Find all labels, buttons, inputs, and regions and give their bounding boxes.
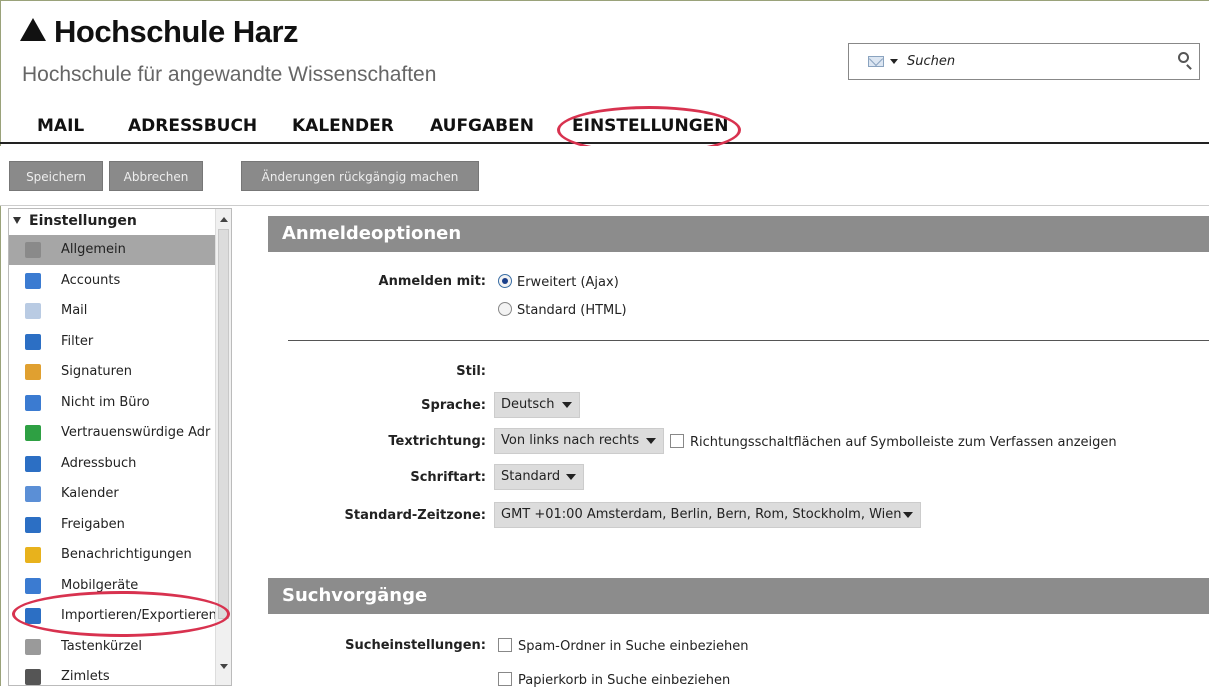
signature-icon [25, 364, 41, 380]
keyboard-icon [25, 638, 41, 655]
direction-label: Textrichtung: [388, 434, 486, 449]
out-of-office-icon [25, 394, 41, 411]
sidebar-item-label: Accounts [61, 272, 121, 288]
search-icon[interactable] [1178, 52, 1189, 63]
mobile-icon [25, 577, 41, 594]
brand-name: Hochschule Harz [54, 14, 299, 49]
language-select[interactable]: Deutsch [494, 392, 580, 418]
sidebar-item-label: Tastenkürzel [61, 638, 143, 654]
sidebar-item[interactable]: Freigaben [9, 510, 217, 540]
checkbox-icon[interactable] [498, 672, 512, 686]
sidebar-item[interactable]: Allgemein [9, 235, 217, 265]
login-label: Anmelden mit: [378, 274, 486, 289]
tab-mail[interactable]: MAIL [37, 116, 84, 136]
scroll-down-icon[interactable] [220, 664, 228, 669]
sidebar-item-label: Mail [61, 303, 88, 318]
sidebar-item[interactable]: Filter [9, 327, 217, 357]
chevron-down-icon [562, 402, 572, 408]
filter-icon [25, 333, 41, 350]
sidebar-item-label: Nicht im Büro [61, 394, 150, 410]
collapse-arrow-icon[interactable] [13, 217, 21, 224]
triangle-logo-icon [20, 18, 46, 41]
gear-icon [25, 242, 41, 258]
scroll-thumb[interactable] [218, 229, 229, 619]
divider [288, 340, 1209, 341]
highlight-ellipse [12, 591, 230, 637]
chevron-down-icon [566, 474, 576, 480]
sidebar-item-label: Freigaben [61, 516, 125, 532]
share-icon [25, 516, 41, 533]
mail-icon [25, 303, 41, 319]
undo-changes-button[interactable]: Änderungen rückgängig machen [241, 161, 479, 191]
checkbox-icon[interactable] [670, 434, 684, 448]
section-header-login: Anmeldeoptionen [268, 216, 1209, 252]
timezone-label: Standard-Zeitzone: [344, 508, 486, 523]
sidebar-item[interactable]: Accounts [9, 266, 217, 296]
section-header-search: Suchvorgänge [268, 578, 1209, 614]
contact-icon [25, 455, 41, 472]
radio-advanced[interactable]: Erweitert (Ajax) [498, 274, 619, 290]
search-input[interactable]: Suchen [907, 54, 955, 69]
radio-checked-icon[interactable] [498, 274, 512, 288]
sidebar-item[interactable]: Vertrauenswürdige Adr [9, 418, 217, 448]
scroll-up-icon[interactable] [220, 217, 228, 222]
chevron-down-icon [903, 512, 913, 518]
language-label: Sprache: [421, 398, 486, 413]
sidebar-item-label: Allgemein [61, 242, 126, 257]
tab-calendar[interactable]: KALENDER [292, 116, 394, 136]
search-box[interactable]: Suchen [848, 43, 1200, 80]
sidebar-item-label: Filter [61, 333, 94, 349]
sidebar-header[interactable]: Einstellungen [9, 209, 217, 233]
shield-icon [25, 425, 41, 441]
font-label: Schriftart: [410, 470, 486, 485]
sidebar-title: Einstellungen [29, 213, 137, 229]
sidebar-item[interactable]: Nicht im Büro [9, 388, 217, 418]
sidebar-item[interactable]: Zimlets [9, 662, 217, 685]
sidebar-item-label: Zimlets [61, 669, 110, 684]
chevron-down-icon [646, 438, 656, 444]
chevron-down-icon[interactable] [890, 59, 898, 64]
timezone-select[interactable]: GMT +01:00 Amsterdam, Berlin, Bern, Rom,… [494, 502, 921, 528]
sidebar-item-label: Adressbuch [61, 455, 137, 471]
sidebar-item-label: Benachrichtigungen [61, 547, 192, 562]
radio-unchecked-icon[interactable] [498, 302, 512, 316]
brand-subtitle: Hochschule für angewandte Wissenschaften [22, 63, 437, 86]
sidebar-item[interactable]: Benachrichtigungen [9, 540, 217, 570]
sidebar-item[interactable]: Signaturen [9, 357, 217, 387]
sidebar-item-label: Kalender [61, 486, 119, 501]
sidebar-item[interactable]: Adressbuch [9, 449, 217, 479]
mail-search-scope-icon[interactable] [868, 56, 884, 67]
spam-checkbox[interactable]: Spam-Ordner in Suche einbeziehen [498, 638, 749, 654]
sidebar-item[interactable]: Kalender [9, 479, 217, 509]
sidebar-item[interactable]: Mail [9, 296, 217, 326]
tab-tasks[interactable]: AUFGABEN [430, 116, 534, 136]
cancel-button[interactable]: Abbrechen [109, 161, 203, 191]
tab-addressbook[interactable]: ADRESSBUCH [128, 116, 257, 136]
checkbox-icon[interactable] [498, 638, 512, 652]
font-select[interactable]: Standard [494, 464, 584, 490]
direction-checkbox[interactable]: Richtungsschaltflächen auf Symbolleiste … [670, 434, 1117, 450]
toolbar: Speichern Abbrechen Änderungen rückgängi… [0, 146, 1209, 206]
sidebar-item-label: Vertrauenswürdige Adr [61, 425, 211, 440]
save-button[interactable]: Speichern [9, 161, 103, 191]
accounts-icon [25, 272, 41, 289]
zimlet-icon [25, 669, 41, 685]
direction-select[interactable]: Von links nach rechts [494, 428, 664, 454]
style-label: Stil: [456, 364, 486, 379]
sidebar-item-label: Signaturen [61, 364, 132, 379]
radio-standard[interactable]: Standard (HTML) [498, 302, 627, 318]
search-settings-label: Sucheinstellungen: [345, 638, 486, 653]
bell-icon [25, 547, 41, 563]
brand-logo: Hochschule Harz [20, 14, 299, 50]
calendar-icon [25, 486, 41, 502]
